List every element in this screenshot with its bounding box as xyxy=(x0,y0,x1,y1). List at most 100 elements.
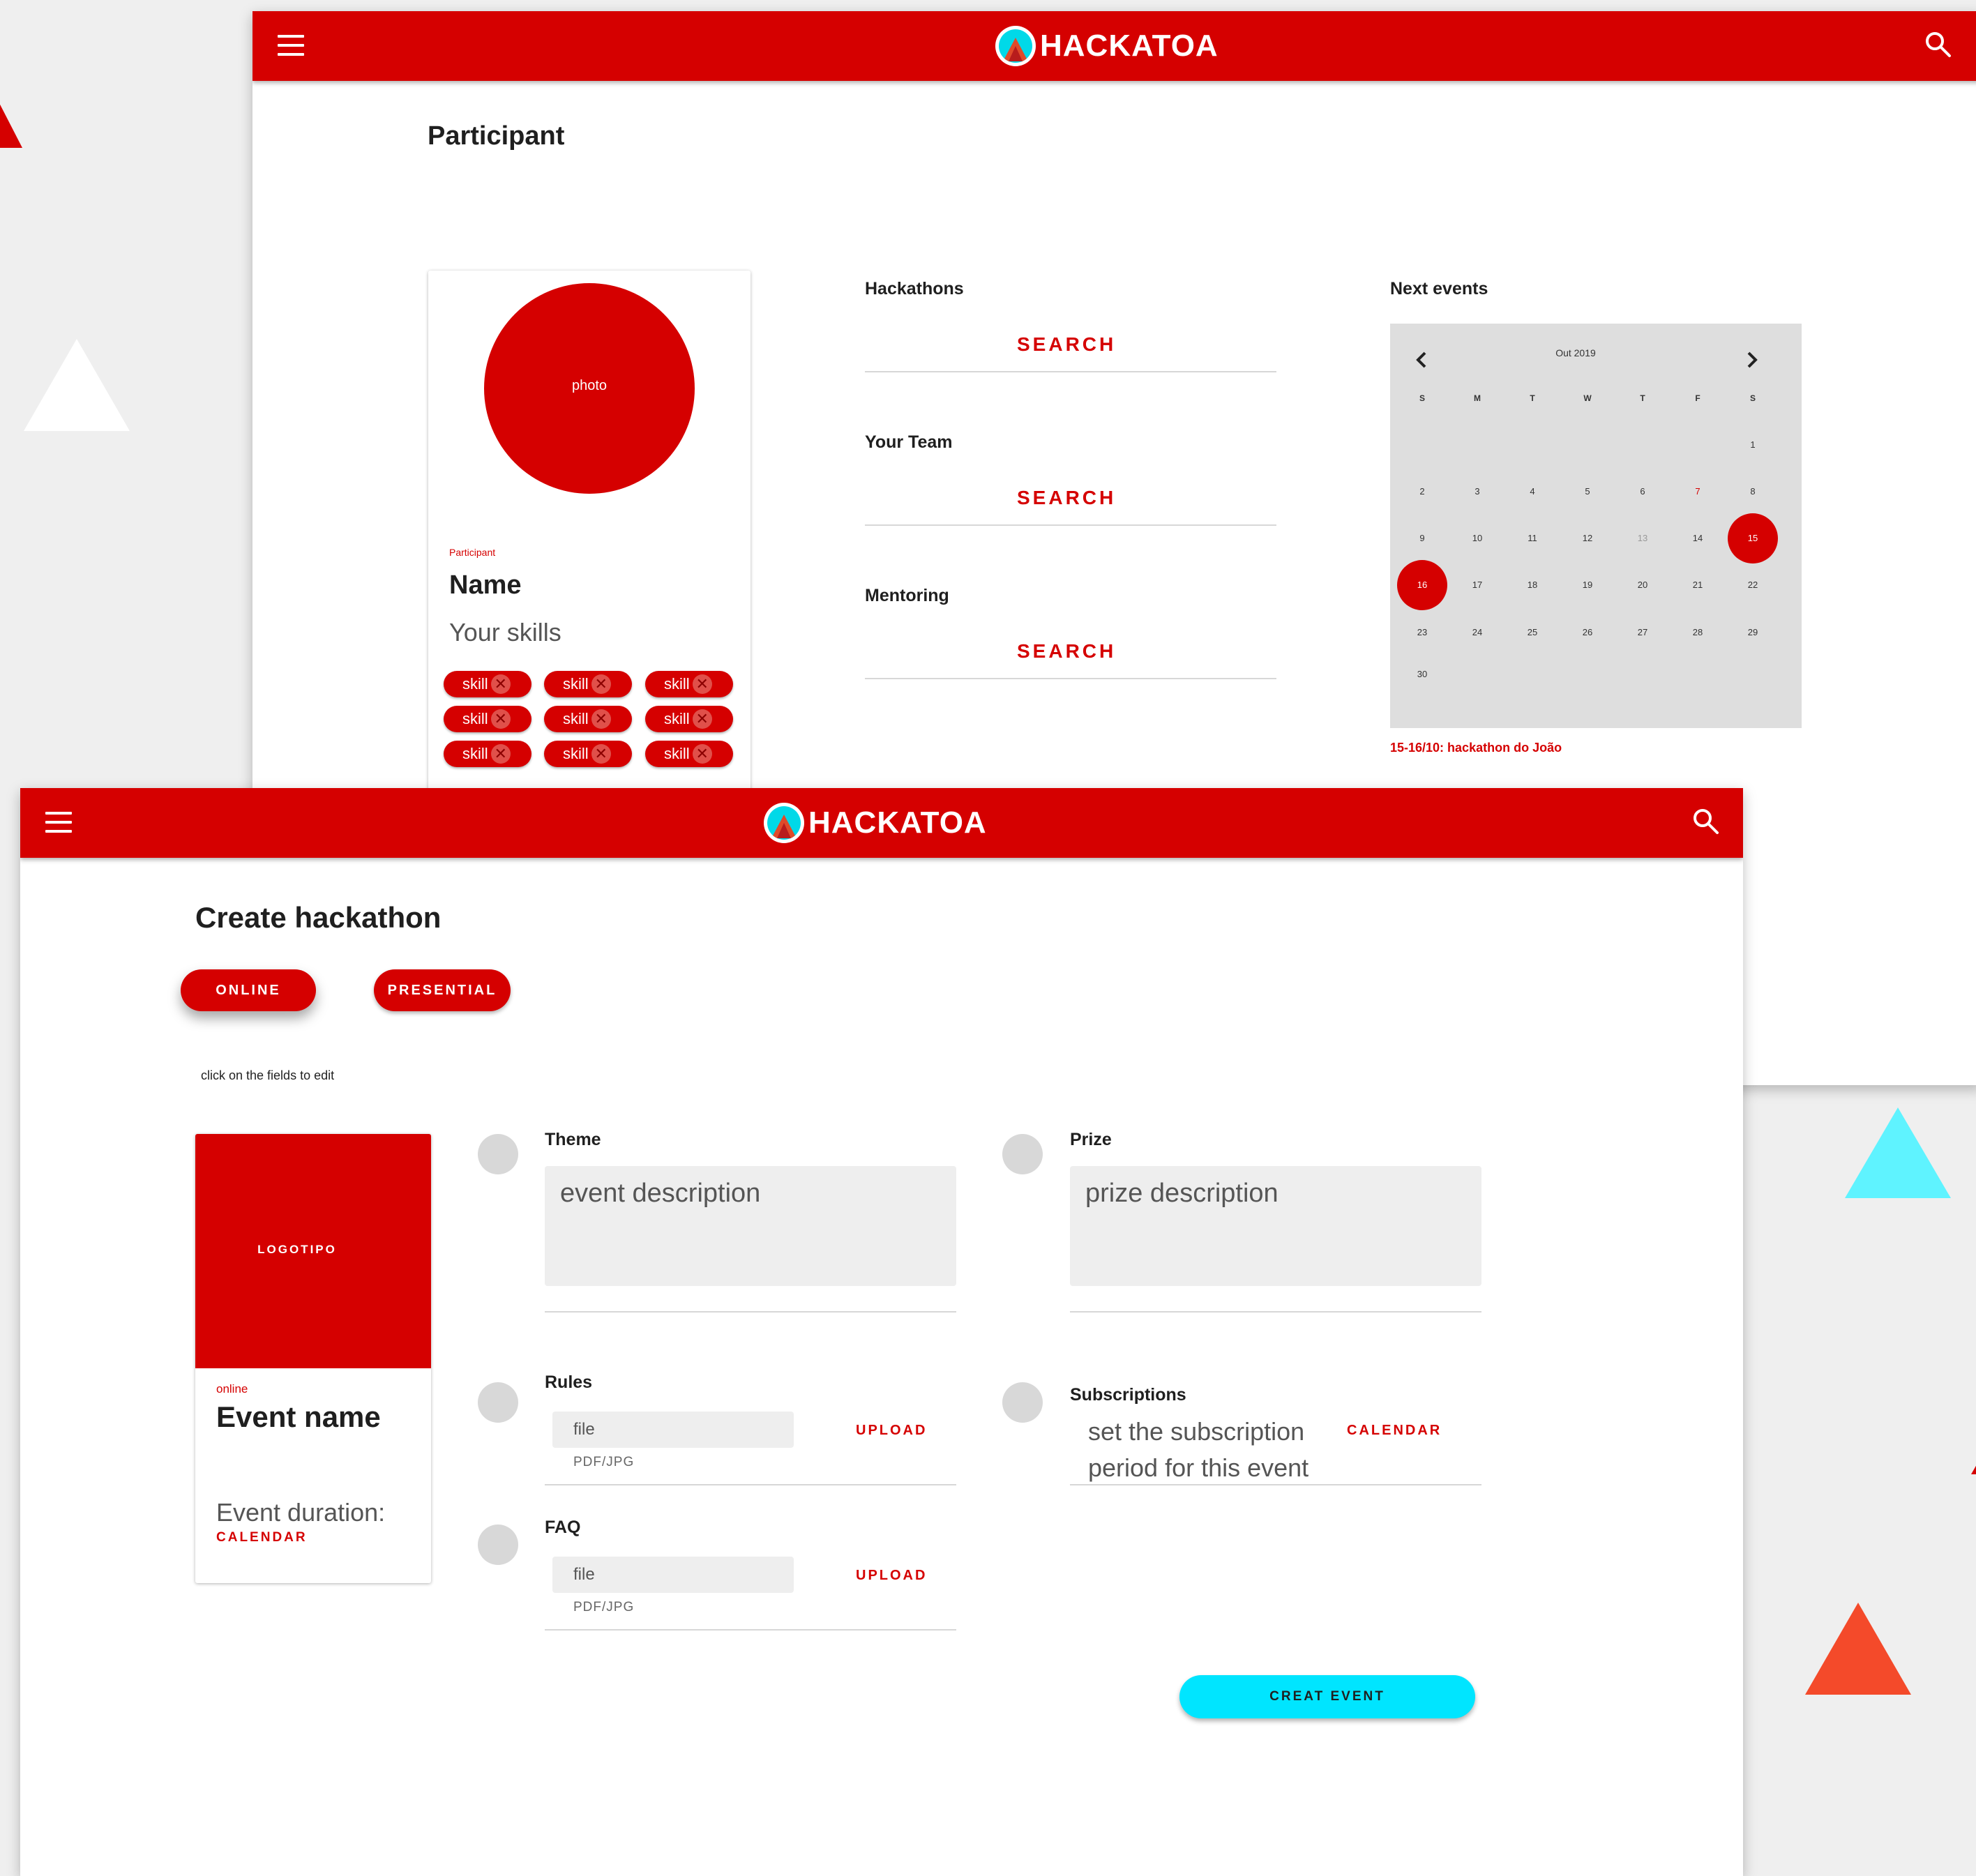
rules-status-dot xyxy=(478,1382,518,1423)
calendar-day[interactable]: 22 xyxy=(1739,580,1767,590)
calendar-day[interactable]: 5 xyxy=(1574,486,1601,497)
skill-chip[interactable]: skill ✕ xyxy=(544,671,632,697)
search-mentoring-button[interactable]: SEARCH xyxy=(1017,640,1116,663)
weekday-label: T xyxy=(1640,393,1645,403)
calendar-day[interactable]: 4 xyxy=(1518,486,1546,497)
search-team-button[interactable]: SEARCH xyxy=(1017,487,1116,509)
calendar-day[interactable]: 7 xyxy=(1684,486,1712,497)
chevron-right-icon[interactable] xyxy=(1744,350,1760,370)
calendar-day[interactable]: 1 xyxy=(1739,439,1767,450)
search-icon[interactable] xyxy=(1924,31,1952,59)
search-hackathons-button[interactable]: SEARCH xyxy=(1017,333,1116,356)
cyan-triangle-decoration xyxy=(1845,1107,1951,1198)
prize-status-dot xyxy=(1002,1134,1043,1174)
calendar-day-highlighted[interactable]: 16 xyxy=(1397,560,1447,610)
profile-photo[interactable]: photo xyxy=(484,283,695,494)
photo-label: photo xyxy=(571,378,608,393)
rules-formats: PDF/JPG xyxy=(573,1455,635,1469)
divider xyxy=(865,371,1276,372)
faq-status-dot xyxy=(478,1525,518,1565)
event-mode-label: online xyxy=(216,1382,248,1395)
logo-placeholder[interactable]: LOGOTIPO xyxy=(195,1134,431,1368)
participant-name[interactable]: Name xyxy=(449,570,522,600)
calendar-day[interactable]: 23 xyxy=(1408,627,1436,637)
event-calendar-button[interactable]: CALENDAR xyxy=(216,1530,308,1545)
create-event-button[interactable]: CREAT EVENT xyxy=(1179,1675,1475,1718)
theme-status-dot xyxy=(478,1134,518,1174)
presential-mode-button[interactable]: PRESENTIAL xyxy=(374,969,511,1011)
subscriptions-status-dot xyxy=(1002,1382,1043,1423)
calendar-day-highlighted[interactable]: 15 xyxy=(1728,513,1778,563)
remove-icon[interactable]: ✕ xyxy=(692,674,712,694)
event-note[interactable]: 15-16/10: hackathon do João xyxy=(1390,741,1562,755)
hackatoa-logo-icon xyxy=(764,803,804,843)
calendar-day[interactable]: 29 xyxy=(1739,627,1767,637)
calendar-day[interactable]: 17 xyxy=(1463,580,1491,590)
calendar: Out 2019 S M T W T F S 1 2 3 4 5 6 7 8 9 10 11 12 13 14 15 16 1… xyxy=(1390,324,1802,728)
app-title: HACKATOA xyxy=(1040,29,1219,63)
subscriptions-line-2: period for this event xyxy=(1088,1453,1309,1482)
skill-chip[interactable]: skill ✕ xyxy=(444,671,531,697)
weekday-label: S xyxy=(1419,393,1425,403)
calendar-day[interactable]: 2 xyxy=(1408,486,1436,497)
remove-icon[interactable]: ✕ xyxy=(490,744,511,764)
remove-icon[interactable]: ✕ xyxy=(591,744,611,764)
calendar-day[interactable]: 20 xyxy=(1629,580,1657,590)
calendar-day[interactable]: 11 xyxy=(1518,533,1546,543)
event-name[interactable]: Event name xyxy=(216,1400,381,1434)
faq-upload-button[interactable]: UPLOAD xyxy=(856,1568,927,1584)
calendar-day[interactable]: 24 xyxy=(1463,627,1491,637)
calendar-day[interactable]: 18 xyxy=(1518,580,1546,590)
skill-chip[interactable]: skill ✕ xyxy=(544,741,632,767)
skill-chip[interactable]: skill ✕ xyxy=(645,741,733,767)
remove-icon[interactable]: ✕ xyxy=(591,674,611,694)
calendar-day[interactable]: 13 xyxy=(1629,533,1657,543)
rules-file-input[interactable]: file xyxy=(552,1412,794,1448)
skill-chip[interactable]: skill ✕ xyxy=(544,706,632,732)
event-duration-label: Event duration: xyxy=(216,1498,386,1527)
calendar-day[interactable]: 8 xyxy=(1739,486,1767,497)
role-label: Participant xyxy=(449,547,496,558)
remove-icon[interactable]: ✕ xyxy=(692,709,712,729)
calendar-day[interactable]: 26 xyxy=(1574,627,1601,637)
remove-icon[interactable]: ✕ xyxy=(591,709,611,729)
calendar-day[interactable]: 27 xyxy=(1629,627,1657,637)
calendar-day[interactable]: 21 xyxy=(1684,580,1712,590)
remove-icon[interactable]: ✕ xyxy=(692,744,712,764)
menu-icon[interactable] xyxy=(45,812,72,833)
calendar-day[interactable]: 19 xyxy=(1574,580,1601,590)
weekday-label: F xyxy=(1695,393,1700,403)
remove-icon[interactable]: ✕ xyxy=(490,709,511,729)
calendar-day[interactable]: 3 xyxy=(1463,486,1491,497)
calendar-day[interactable]: 28 xyxy=(1684,627,1712,637)
subscriptions-calendar-button[interactable]: CALENDAR xyxy=(1347,1423,1442,1439)
skill-chip[interactable]: skill ✕ xyxy=(645,671,733,697)
remove-icon[interactable]: ✕ xyxy=(490,674,511,694)
calendar-day[interactable]: 12 xyxy=(1574,533,1601,543)
prize-placeholder: prize description xyxy=(1085,1179,1279,1208)
section-title-team: Your Team xyxy=(865,432,953,452)
prize-input[interactable]: prize description xyxy=(1070,1166,1481,1286)
calendar-day[interactable]: 9 xyxy=(1408,533,1436,543)
search-icon[interactable] xyxy=(1692,808,1720,835)
faq-file-input[interactable]: file xyxy=(552,1557,794,1593)
online-mode-button[interactable]: ONLINE xyxy=(181,969,316,1011)
skill-chip[interactable]: skill ✕ xyxy=(444,741,531,767)
page-title: Create hackathon xyxy=(195,901,442,934)
calendar-day[interactable]: 30 xyxy=(1408,669,1436,679)
rules-upload-button[interactable]: UPLOAD xyxy=(856,1423,927,1439)
calendar-day[interactable]: 25 xyxy=(1518,627,1546,637)
calendar-day[interactable]: 6 xyxy=(1629,486,1657,497)
calendar-day[interactable]: 14 xyxy=(1684,533,1712,543)
skill-chip[interactable]: skill ✕ xyxy=(444,706,531,732)
red-triangle-decoration xyxy=(0,99,22,148)
create-event-label: CREAT EVENT xyxy=(1269,1689,1385,1704)
faq-file-placeholder: file xyxy=(573,1565,595,1584)
theme-input[interactable]: event description xyxy=(545,1166,956,1286)
menu-icon[interactable] xyxy=(278,35,304,56)
calendar-day[interactable]: 10 xyxy=(1463,533,1491,543)
app-bar: HACKATOA xyxy=(20,788,1743,858)
divider xyxy=(545,1629,956,1631)
skill-chip[interactable]: skill ✕ xyxy=(645,706,733,732)
weekday-label: S xyxy=(1749,393,1756,403)
